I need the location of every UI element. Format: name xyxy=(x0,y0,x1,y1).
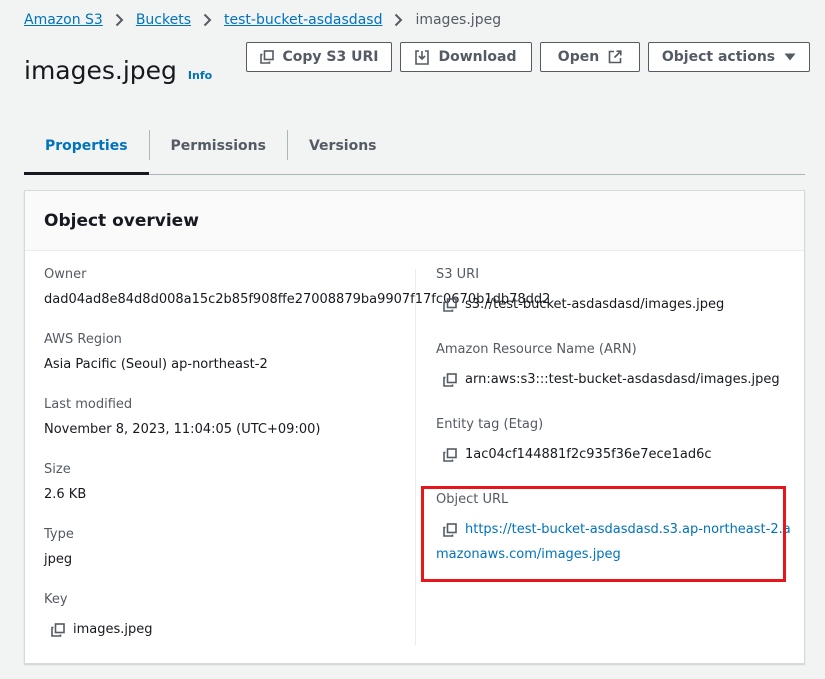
chevron-right-icon xyxy=(203,13,212,27)
copy-icon[interactable] xyxy=(443,297,457,312)
owner-field: Owner xyxy=(44,267,86,282)
s3-uri-value: s3://test-bucket-asdasdasd/images.jpeg xyxy=(465,297,725,312)
last-modified-label: Last modified xyxy=(44,397,133,412)
owner-label: Owner xyxy=(44,267,87,282)
breadcrumb-amazon-s3[interactable]: Amazon S3 xyxy=(24,12,103,28)
s3-uri-label: S3 URI xyxy=(436,267,480,282)
tab-permissions[interactable]: Permissions xyxy=(150,118,287,174)
copy-icon[interactable] xyxy=(443,372,457,387)
key-value: images.jpeg xyxy=(73,622,153,637)
type-label: Type xyxy=(44,527,74,542)
copy-s3-uri-button[interactable]: Copy S3 URI xyxy=(246,42,392,72)
copy-s3-uri-label: Copy S3 URI xyxy=(282,49,379,65)
size-field: Size xyxy=(44,462,71,477)
copy-icon xyxy=(259,50,274,64)
region-label: AWS Region xyxy=(44,332,122,347)
type-field: Type xyxy=(44,527,74,542)
page-title: images.jpeg xyxy=(24,56,177,85)
region-field: AWS Region xyxy=(44,332,122,347)
breadcrumb-current: images.jpeg xyxy=(415,12,502,28)
key-field: Key xyxy=(44,592,68,607)
breadcrumb-bucket[interactable]: test-bucket-asdasdasd xyxy=(224,12,382,28)
panel-title: Object overview xyxy=(44,210,199,231)
s3-uri-value-row: s3://test-bucket-asdasdasd/images.jpeg xyxy=(443,297,724,312)
page-title-container: images.jpeg Info xyxy=(24,56,212,85)
chevron-right-icon xyxy=(115,13,124,27)
copy-icon[interactable] xyxy=(443,447,457,462)
key-label: Key xyxy=(44,592,68,607)
column-divider xyxy=(415,269,416,645)
download-button[interactable]: Download xyxy=(400,42,532,72)
highlight-box xyxy=(421,486,786,582)
tab-bar: Properties Permissions Versions xyxy=(24,118,805,175)
size-value: 2.6 KB xyxy=(44,487,87,502)
caret-down-icon xyxy=(784,53,796,61)
etag-value: 1ac04cf144881f2c935f36e7ece1ad6c xyxy=(465,447,712,462)
arn-value: arn:aws:s3:::test-bucket-asdasdasd/image… xyxy=(465,372,780,387)
action-bar: Copy S3 URI Download Open Object actions xyxy=(246,42,810,72)
etag-value-row: 1ac04cf144881f2c935f36e7ece1ad6c xyxy=(443,447,712,462)
download-label: Download xyxy=(438,49,517,65)
object-actions-label: Object actions xyxy=(661,49,776,65)
open-label: Open xyxy=(557,49,600,65)
type-value: jpeg xyxy=(44,552,73,567)
key-value-row: images.jpeg xyxy=(51,622,153,637)
info-link[interactable]: Info xyxy=(188,69,212,82)
last-modified-field: Last modified xyxy=(44,397,132,412)
object-actions-button[interactable]: Object actions xyxy=(648,42,810,72)
tab-versions[interactable]: Versions xyxy=(288,118,398,174)
arn-field: Amazon Resource Name (ARN) xyxy=(436,342,637,357)
etag-label: Entity tag (Etag) xyxy=(436,417,544,432)
size-label: Size xyxy=(44,462,71,477)
arn-value-row: arn:aws:s3:::test-bucket-asdasdasd/image… xyxy=(443,372,780,387)
object-overview-panel: Object overview Owner dad04ad8e84d8d008a… xyxy=(24,190,805,664)
chevron-right-icon xyxy=(394,13,403,27)
tab-properties[interactable]: Properties xyxy=(24,118,149,175)
panel-header: Object overview xyxy=(25,191,804,251)
etag-field: Entity tag (Etag) xyxy=(436,417,543,432)
download-icon xyxy=(415,49,430,65)
external-link-icon xyxy=(608,50,622,64)
breadcrumb: Amazon S3 Buckets test-bucket-asdasdasd … xyxy=(24,12,501,28)
breadcrumb-buckets[interactable]: Buckets xyxy=(136,12,191,28)
s3-uri-field: S3 URI xyxy=(436,267,479,282)
last-modified-value: November 8, 2023, 11:04:05 (UTC+09:00) xyxy=(44,422,321,437)
open-button[interactable]: Open xyxy=(540,42,640,72)
arn-label: Amazon Resource Name (ARN) xyxy=(436,342,637,357)
region-value: Asia Pacific (Seoul) ap-northeast-2 xyxy=(44,357,268,372)
copy-icon[interactable] xyxy=(51,622,65,637)
